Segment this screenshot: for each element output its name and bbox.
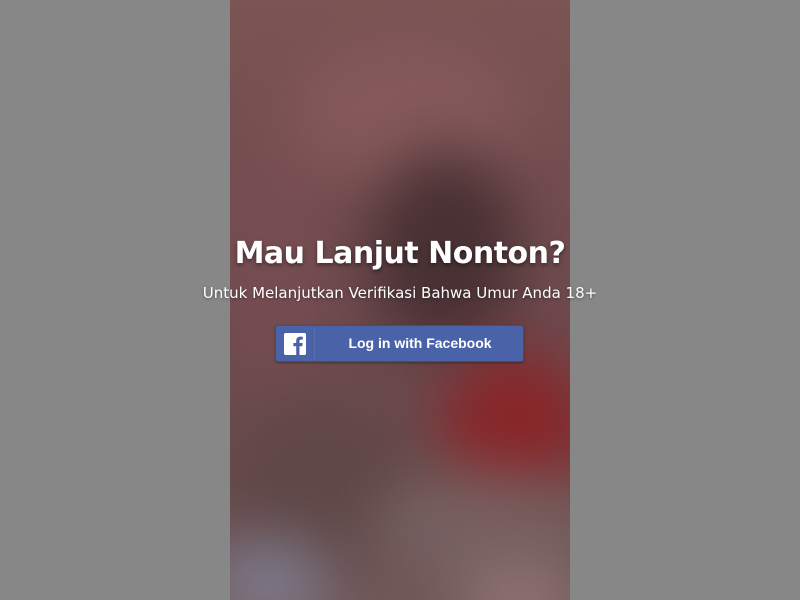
facebook-logo-icon <box>284 333 306 355</box>
facebook-login-button[interactable]: Log in with Facebook <box>275 325 524 362</box>
verification-overlay: Mau Lanjut Nonton? Untuk Melanjutkan Ver… <box>0 0 800 600</box>
facebook-login-label: Log in with Facebook <box>348 335 492 351</box>
overlay-subtitle: Untuk Melanjutkan Verifikasi Bahwa Umur … <box>202 284 598 302</box>
age-gate-page: Mau Lanjut Nonton? Untuk Melanjutkan Ver… <box>0 0 800 600</box>
button-divider <box>314 327 315 360</box>
overlay-title: Mau Lanjut Nonton? <box>234 236 566 271</box>
